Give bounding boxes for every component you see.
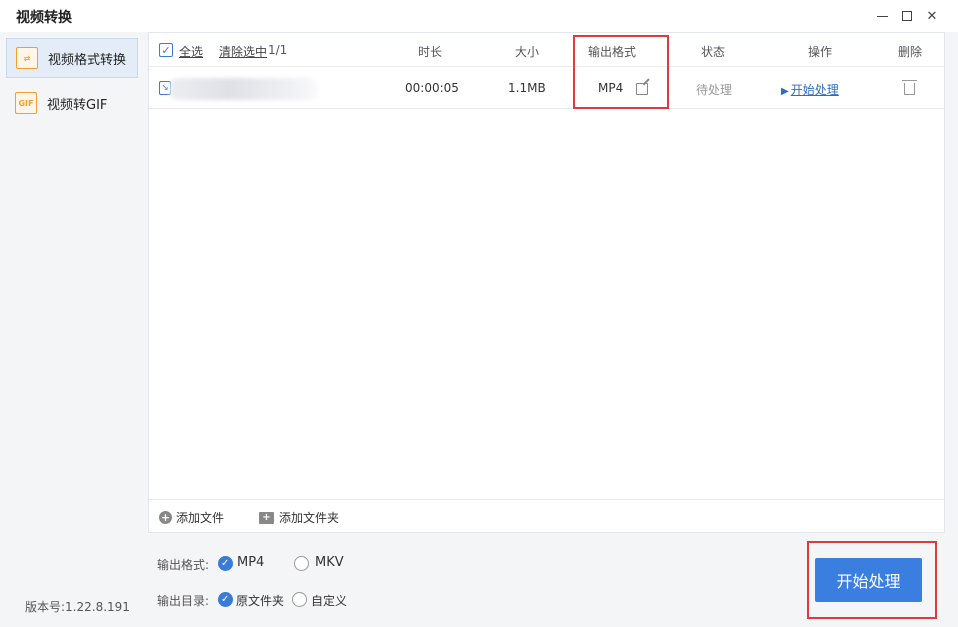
col-status: 状态	[701, 45, 726, 59]
sidebar: ⇄ 视频格式转换 GIF 视频转GIF	[0, 32, 146, 627]
start-processing-link[interactable]: 开始处理	[791, 83, 839, 97]
radio-custom-label[interactable]: 自定义	[311, 592, 347, 609]
radio-mkv[interactable]	[294, 556, 309, 571]
col-duration: 时长	[418, 45, 443, 59]
edit-icon[interactable]	[636, 83, 648, 95]
minimize-button[interactable]	[872, 6, 892, 26]
col-format: 输出格式	[588, 45, 637, 59]
add-file-button[interactable]: + 添加文件	[159, 509, 224, 526]
version-label: 版本号:1.22.8.191	[25, 600, 130, 614]
table-header: ✓ 全选 清除选中 1/1 时长 大小 输出格式 状态 操作 删除	[149, 33, 944, 67]
play-icon: ▶	[781, 86, 789, 97]
output-dir-label: 输出目录:	[157, 594, 210, 608]
close-icon: ✕	[926, 8, 938, 24]
row-size: 1.1MB	[508, 81, 546, 95]
file-actions-bar: + 添加文件 + 添加文件夹	[149, 499, 944, 532]
radio-custom[interactable]	[292, 592, 307, 607]
blurred-filename	[169, 78, 319, 100]
sidebar-item-video-convert[interactable]: ⇄ 视频格式转换	[6, 38, 138, 78]
folder-plus-icon: +	[259, 511, 274, 524]
check-icon: ✓	[161, 43, 171, 57]
clear-selected-link[interactable]: 清除选中	[219, 43, 267, 60]
sidebar-item-gif[interactable]: GIF 视频转GIF	[6, 83, 138, 123]
title-bar: 视频转换 ✕	[0, 0, 958, 32]
radio-original-folder-label[interactable]: 原文件夹	[236, 592, 284, 609]
file-list-panel: ✓ 全选 清除选中 1/1 时长 大小 输出格式 状态 操作 删除 ↘ 00:0…	[148, 32, 945, 533]
selected-count: 1/1	[268, 43, 288, 57]
col-delete: 删除	[898, 45, 923, 59]
start-processing-button[interactable]: 开始处理	[815, 558, 922, 602]
radio-mp4[interactable]	[218, 556, 233, 571]
row-format: MP4	[598, 81, 624, 95]
sidebar-item-label: 视频格式转换	[48, 52, 127, 68]
video-convert-icon: ⇄	[16, 47, 38, 69]
plus-circle-icon: +	[159, 511, 172, 524]
select-all-checkbox[interactable]: ✓	[159, 43, 173, 57]
sidebar-item-label: 视频转GIF	[47, 97, 108, 113]
output-format-label: 输出格式:	[157, 558, 210, 572]
radio-original-folder[interactable]	[218, 592, 233, 607]
minimize-icon	[876, 15, 888, 17]
close-button[interactable]: ✕	[922, 6, 942, 26]
trash-icon[interactable]	[902, 80, 917, 95]
col-action: 操作	[808, 45, 833, 59]
add-file-label: 添加文件	[176, 511, 225, 525]
app-title: 视频转换	[16, 10, 72, 26]
row-duration: 00:00:05	[405, 81, 459, 95]
maximize-icon	[902, 11, 912, 21]
gif-icon: GIF	[15, 92, 37, 114]
row-start-action[interactable]: ▶ 开始处理	[781, 81, 839, 98]
table-row[interactable]: ↘ 00:00:05 1.1MB MP4 待处理 ▶ 开始处理	[149, 68, 944, 109]
select-all-link[interactable]: 全选	[179, 43, 203, 60]
radio-mp4-label[interactable]: MP4	[237, 555, 264, 570]
add-folder-label: 添加文件夹	[279, 511, 340, 525]
add-folder-button[interactable]: + 添加文件夹	[259, 509, 339, 526]
radio-mkv-label[interactable]: MKV	[315, 555, 344, 570]
maximize-button[interactable]	[897, 6, 917, 26]
col-size: 大小	[515, 45, 540, 59]
row-status: 待处理	[696, 83, 733, 97]
